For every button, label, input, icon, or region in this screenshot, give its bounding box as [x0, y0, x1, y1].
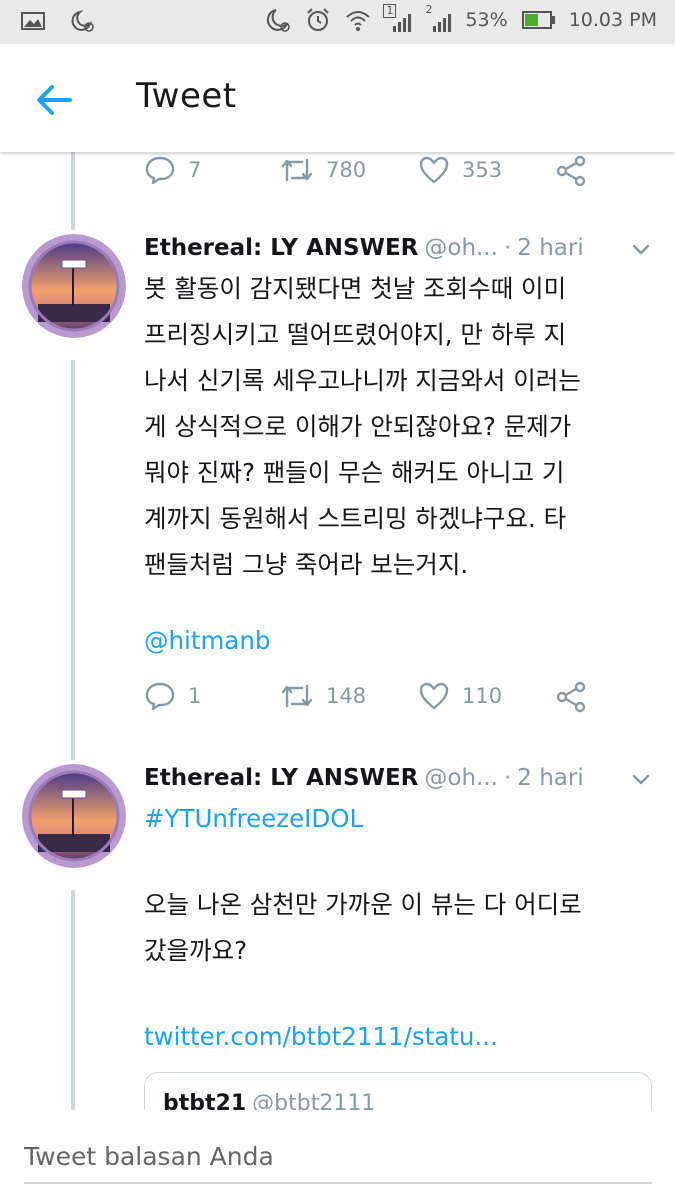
- wifi-icon: [346, 11, 371, 31]
- tweet-line: 게 상식적으로 이해가 안되잖아요? 문제가: [144, 412, 572, 441]
- tweet-text: 봇 활동이 감지됐다면 첫날 조회수때 이미 프리징시키고 떨어뜨렸어야지, 만…: [144, 266, 659, 588]
- army-badge-avatar: [22, 764, 126, 868]
- heart-icon: [419, 156, 449, 184]
- share-icon: [556, 155, 586, 187]
- retweet-button[interactable]: 148: [280, 680, 366, 712]
- status-bar: 1 2 53% 10.03 PM: [0, 0, 675, 44]
- reply-icon: [145, 156, 175, 185]
- tweet-actions: 1 148 110: [144, 680, 654, 716]
- avatar[interactable]: [22, 234, 126, 338]
- tweet-header: Ethereal: LY ANSWER @oh... · 2 hari: [144, 760, 654, 796]
- heart-icon: [419, 682, 449, 710]
- clock: 10.03 PM: [568, 9, 657, 31]
- retweet-button[interactable]: 780: [280, 154, 366, 186]
- tweet-line: 봇 활동이 감지됐다면 첫날 조회수때 이미: [144, 274, 567, 303]
- app-bar: Tweet: [0, 44, 675, 152]
- army-badge-avatar: [22, 234, 126, 338]
- alarm-icon: [307, 8, 330, 31]
- chevron-down-icon[interactable]: [628, 236, 654, 262]
- timestamp: 2 hari: [517, 765, 584, 791]
- reply-icon: [145, 682, 175, 711]
- mention-link[interactable]: @hitmanb: [144, 618, 659, 664]
- back-button[interactable]: [32, 78, 76, 122]
- hashtag-link[interactable]: #YTUnfreezeIDOL: [144, 796, 659, 842]
- arrow-left-icon: [37, 85, 72, 115]
- tweet-line: 프리징시키고 떨어뜨렸어야지, 만 하루 지: [144, 320, 567, 349]
- like-count: 110: [462, 684, 503, 708]
- tweet-line: 계까지 동원해서 스트리밍 하겠냐구요. 타: [144, 504, 567, 533]
- reply-button[interactable]: 7: [144, 154, 201, 186]
- reply-button[interactable]: 1: [144, 680, 201, 712]
- separator-dot: ·: [503, 765, 512, 791]
- thread-line: [71, 152, 75, 230]
- page-title: Tweet: [136, 76, 237, 116]
- retweet-icon: [281, 158, 313, 182]
- tweet-line: 나서 신기록 세우고나니까 지금와서 이러는: [144, 366, 581, 395]
- url-link[interactable]: twitter.com/btbt2111/statu...: [144, 1014, 659, 1060]
- retweet-count: 780: [326, 158, 367, 182]
- tweet[interactable]: Ethereal: LY ANSWER @oh... · 2 hari 봇 활동…: [0, 230, 675, 730]
- display-name[interactable]: Ethereal: LY ANSWER: [144, 235, 418, 261]
- chevron-down-icon[interactable]: [628, 766, 654, 792]
- signal-sim2-icon: 2: [425, 4, 452, 34]
- tweet-header: Ethereal: LY ANSWER @oh... · 2 hari: [144, 230, 654, 266]
- prev-tweet-actions: 7 780 353: [144, 154, 654, 190]
- battery-icon: [521, 11, 555, 29]
- alarm-snooze-icon: [71, 10, 94, 32]
- tweet-line: 오늘 나온 삼천만 가까운 이 뷰는 다 어디로: [144, 890, 582, 919]
- do-not-disturb-icon: [267, 9, 291, 32]
- share-icon: [556, 681, 586, 713]
- avatar[interactable]: [22, 764, 126, 868]
- share-button[interactable]: [554, 154, 588, 188]
- signal-sim1-icon: 1: [383, 4, 412, 34]
- username: @oh...: [424, 765, 498, 791]
- tweet-line: 갔을까요?: [144, 936, 248, 965]
- timestamp: 2 hari: [517, 235, 584, 261]
- separator-dot: ·: [503, 235, 512, 261]
- like-count: 353: [462, 158, 503, 182]
- reply-count: 1: [188, 684, 202, 708]
- battery-percent: 53%: [465, 9, 508, 31]
- reply-count: 7: [188, 158, 202, 182]
- tweet-line: 팬들처럼 그냥 죽어라 보는거지.: [144, 550, 469, 579]
- reply-bar: [0, 1110, 675, 1200]
- gallery-icon: [21, 12, 45, 30]
- like-button[interactable]: 353: [418, 154, 502, 186]
- display-name[interactable]: Ethereal: LY ANSWER: [144, 765, 418, 791]
- tweet-text: 오늘 나온 삼천만 가까운 이 뷰는 다 어디로 갔을까요?: [144, 882, 659, 974]
- like-button[interactable]: 110: [418, 680, 502, 712]
- reply-input[interactable]: [24, 1130, 652, 1184]
- tweet-line: 뭐야 진짜? 팬들이 무슨 해커도 아니고 기: [144, 458, 565, 487]
- share-button[interactable]: [554, 680, 588, 714]
- username: @oh...: [424, 235, 498, 261]
- retweet-icon: [281, 684, 313, 708]
- retweet-count: 148: [326, 684, 367, 708]
